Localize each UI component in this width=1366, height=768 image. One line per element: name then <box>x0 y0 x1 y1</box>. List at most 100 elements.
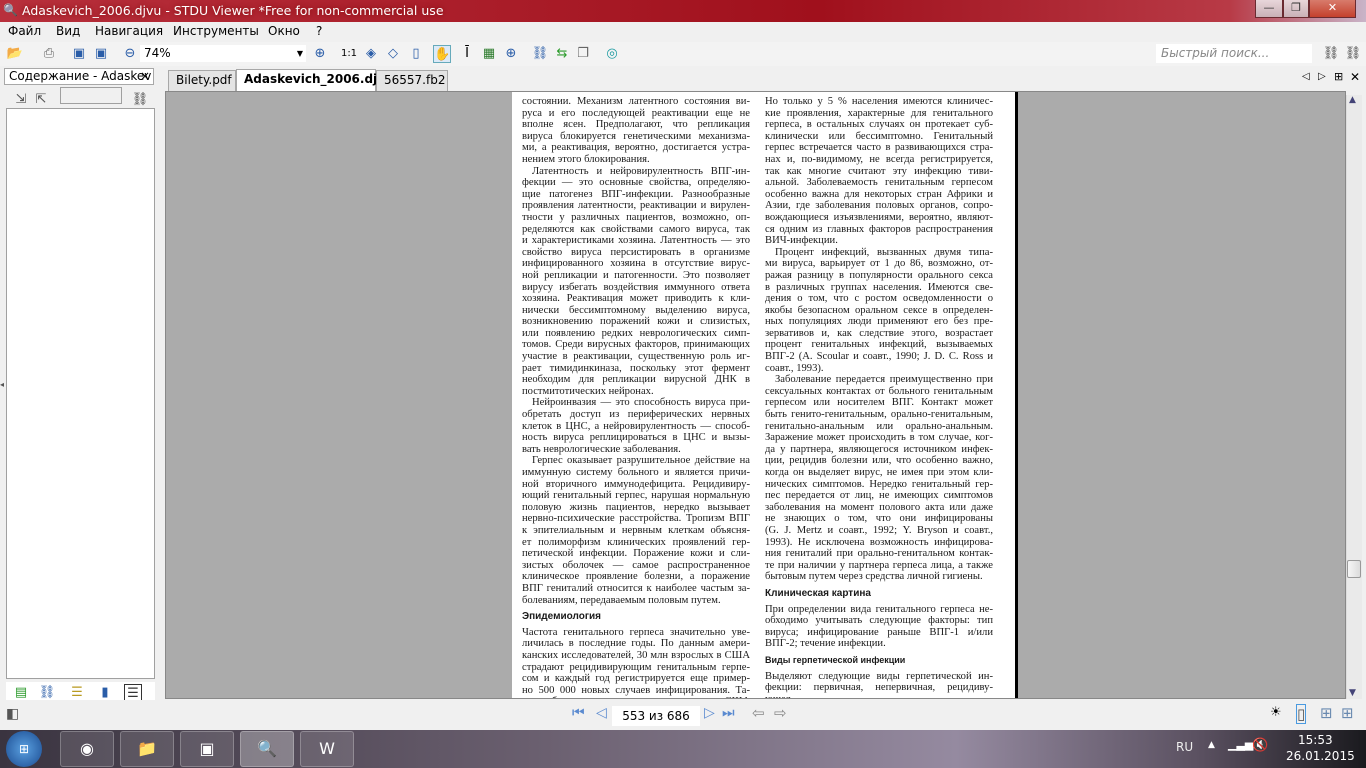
clock-time[interactable]: 15:53 <box>1298 733 1333 747</box>
print-icon[interactable]: ⎙ <box>40 45 58 63</box>
quick-search-input[interactable]: Быстрый поиск... <box>1156 44 1312 63</box>
paragraph: Частота генитального герпеса значительно… <box>522 627 750 698</box>
close-button[interactable]: ✕ <box>1309 0 1356 18</box>
copy-icon[interactable]: ❐ <box>574 45 592 63</box>
single-page-icon[interactable]: ▯ <box>1296 704 1307 724</box>
expand-icon[interactable]: ⇲ <box>12 91 30 109</box>
text-line: щие патогенез ВПГ-инфекции. Разнообразны… <box>522 188 750 200</box>
text-line: сексуальных контактах от больного генита… <box>765 385 993 397</box>
photo-viewer-icon[interactable]: ▣ <box>180 731 234 767</box>
text-line: нервно-психические расстройства. Тропизм… <box>522 513 750 525</box>
page-prev-view-icon[interactable]: ▣ <box>70 45 88 63</box>
text-line: вождающиеся изъязвлениями, вероятно, явл… <box>765 211 993 223</box>
prev-page-icon[interactable]: ◁ <box>596 705 607 721</box>
sync-icon[interactable]: ⇆ <box>553 45 571 63</box>
word-icon[interactable]: W <box>300 731 354 767</box>
start-button[interactable]: ⊞ <box>6 731 42 767</box>
menu-tools[interactable]: Инструменты <box>173 24 259 38</box>
zoom-area-icon[interactable]: ⊕ <box>502 45 520 63</box>
tray-expand-icon[interactable]: ▲ <box>1208 740 1215 750</box>
hand-tool-icon[interactable]: ✋ <box>433 45 451 63</box>
text-line: обходимо учитывать следующие факторы: ти… <box>765 615 993 627</box>
text-line: обретать доступ из периферических нервны… <box>522 409 750 421</box>
menu-file[interactable]: Файл <box>8 24 41 38</box>
sidebar-search-input[interactable] <box>60 87 122 104</box>
volume-muted-icon[interactable]: 🔇 <box>1252 738 1268 753</box>
history-back-icon[interactable]: ⇦ <box>752 704 765 722</box>
tab-list-icon[interactable]: ⊞ <box>1334 70 1343 83</box>
panel-toggle-icon[interactable]: ◧ <box>6 706 19 722</box>
fit-width-icon[interactable]: ◇ <box>384 45 402 63</box>
menu-window[interactable]: Окно <box>268 24 300 38</box>
zoom-out-icon[interactable]: ⊖ <box>121 45 139 63</box>
text-line: ВПГ-2 (A. Scoular и соавт., 1990; J. D. … <box>765 351 993 363</box>
chrome-icon[interactable]: ◉ <box>60 731 114 767</box>
tab-bilety[interactable]: Bilety.pdf <box>168 70 236 91</box>
next-page-icon[interactable]: ▷ <box>704 705 715 721</box>
restore-button[interactable]: ❐ <box>1283 0 1309 18</box>
scroll-up-icon[interactable]: ▲ <box>1349 95 1356 105</box>
fit-page-icon[interactable]: ◈ <box>362 45 380 63</box>
text-line: возникновению поражений кожи и слизистых… <box>522 316 750 328</box>
menu-navigation[interactable]: Навигация <box>95 24 163 38</box>
clock-date[interactable]: 26.01.2015 <box>1286 749 1355 763</box>
tab-adaskevich[interactable]: Adaskevich_2006.djvu <box>236 69 394 91</box>
find-icon[interactable]: ⛓ <box>531 45 549 63</box>
sidebar-splitter[interactable]: ◂ <box>0 380 4 389</box>
page-number-input[interactable]: 553 из 686 <box>612 706 700 726</box>
sidebar-close-icon[interactable]: × <box>140 69 150 84</box>
stdu-viewer-icon[interactable]: 🔍 <box>240 731 294 767</box>
minimize-button[interactable]: — <box>1255 0 1283 18</box>
first-page-icon[interactable]: ⏮ <box>572 705 585 721</box>
language-indicator[interactable]: RU <box>1176 740 1193 754</box>
scroll-down-icon[interactable]: ▼ <box>1349 688 1356 698</box>
zoom-in-icon[interactable]: ⊕ <box>311 45 329 63</box>
network-icon[interactable]: ▁▃▅ <box>1228 738 1253 751</box>
find-next-icon[interactable]: ⛓ <box>1344 45 1362 63</box>
text-select-icon[interactable]: Ī <box>458 45 476 63</box>
last-page-icon[interactable]: ⏭ <box>722 705 735 721</box>
zoom-value: 74% <box>144 46 171 60</box>
text-line: ВПГ гениталий относится к наиболее часты… <box>522 582 750 594</box>
tab-prev-icon[interactable]: ◁ <box>1302 71 1310 82</box>
text-line: ющая. <box>765 694 993 698</box>
text-line: пес передается от лиц, не имеющих симпто… <box>765 490 993 502</box>
find-prev-icon[interactable]: ⛓ <box>1322 45 1340 63</box>
text-line: болеваниям, передаваемым половым путем. <box>522 594 721 606</box>
continuous-icon[interactable]: ⊞ <box>1341 704 1354 722</box>
taskbar: ⊞ ◉ 📁 ▣ 🔍 W RU ▲ ▁▃▅ 🔇 15:53 26.01.2015 <box>0 730 1366 768</box>
vertical-scrollbar[interactable]: ▲ ▼ <box>1346 95 1362 699</box>
web-icon[interactable]: ◎ <box>603 45 621 63</box>
text-line: хозяина. Реактивация может приводить к к… <box>522 293 750 305</box>
text-line: сом и каждый год регистрируется еще прим… <box>522 673 750 685</box>
text-line: герпесом или носителем ВПГ. Контакт може… <box>765 397 993 409</box>
tab-next-icon[interactable]: ▷ <box>1318 71 1326 82</box>
page-next-view-icon[interactable]: ▣ <box>92 45 110 63</box>
scrollbar-thumb[interactable] <box>1347 560 1361 578</box>
text-line: нением этого блокирования. <box>522 153 650 165</box>
menu-help[interactable]: ? <box>316 24 322 38</box>
explorer-icon[interactable]: 📁 <box>120 731 174 767</box>
sidebar-find-icon[interactable]: ⛓ <box>131 91 149 109</box>
document-viewer[interactable]: состоянии. Механизм латентного состояния… <box>165 91 1346 699</box>
open-folder-icon[interactable]: 📂 <box>6 45 24 63</box>
history-forward-icon[interactable]: ⇨ <box>774 704 787 722</box>
text-line: Заражение может происходить в том случае… <box>765 432 993 444</box>
menu-view[interactable]: Вид <box>56 24 80 38</box>
text-line: необходим для репликации вирусной ДНК в <box>522 374 750 386</box>
text-line: когда он выделяет вирус, не имея при это… <box>765 467 993 478</box>
image-select-icon[interactable]: ▦ <box>480 45 498 63</box>
actual-size-button[interactable]: 1:1 <box>340 45 358 63</box>
text-line: якобы безопасном оральном сексе в опреде… <box>765 304 993 316</box>
text-line: петической инфекции. Поражение кожи и сл… <box>522 548 750 560</box>
tab-close-icon[interactable]: ✕ <box>1350 70 1360 84</box>
tab-56557[interactable]: 56557.fb2 <box>376 70 448 91</box>
collapse-icon[interactable]: ⇱ <box>32 91 50 109</box>
two-page-icon[interactable]: ⊞ <box>1320 704 1333 722</box>
sidebar-title: Содержание - Adaskev <box>9 69 152 83</box>
fit-height-icon[interactable]: ▯ <box>407 45 425 63</box>
text-line: нически бессимптомному выделению вируса, <box>522 304 750 316</box>
brightness-icon[interactable]: ☀ <box>1270 705 1282 720</box>
text-line: ния гениталий при орально-генитальном ко… <box>765 548 993 560</box>
zoom-select[interactable]: 74% ▼ <box>140 45 306 62</box>
